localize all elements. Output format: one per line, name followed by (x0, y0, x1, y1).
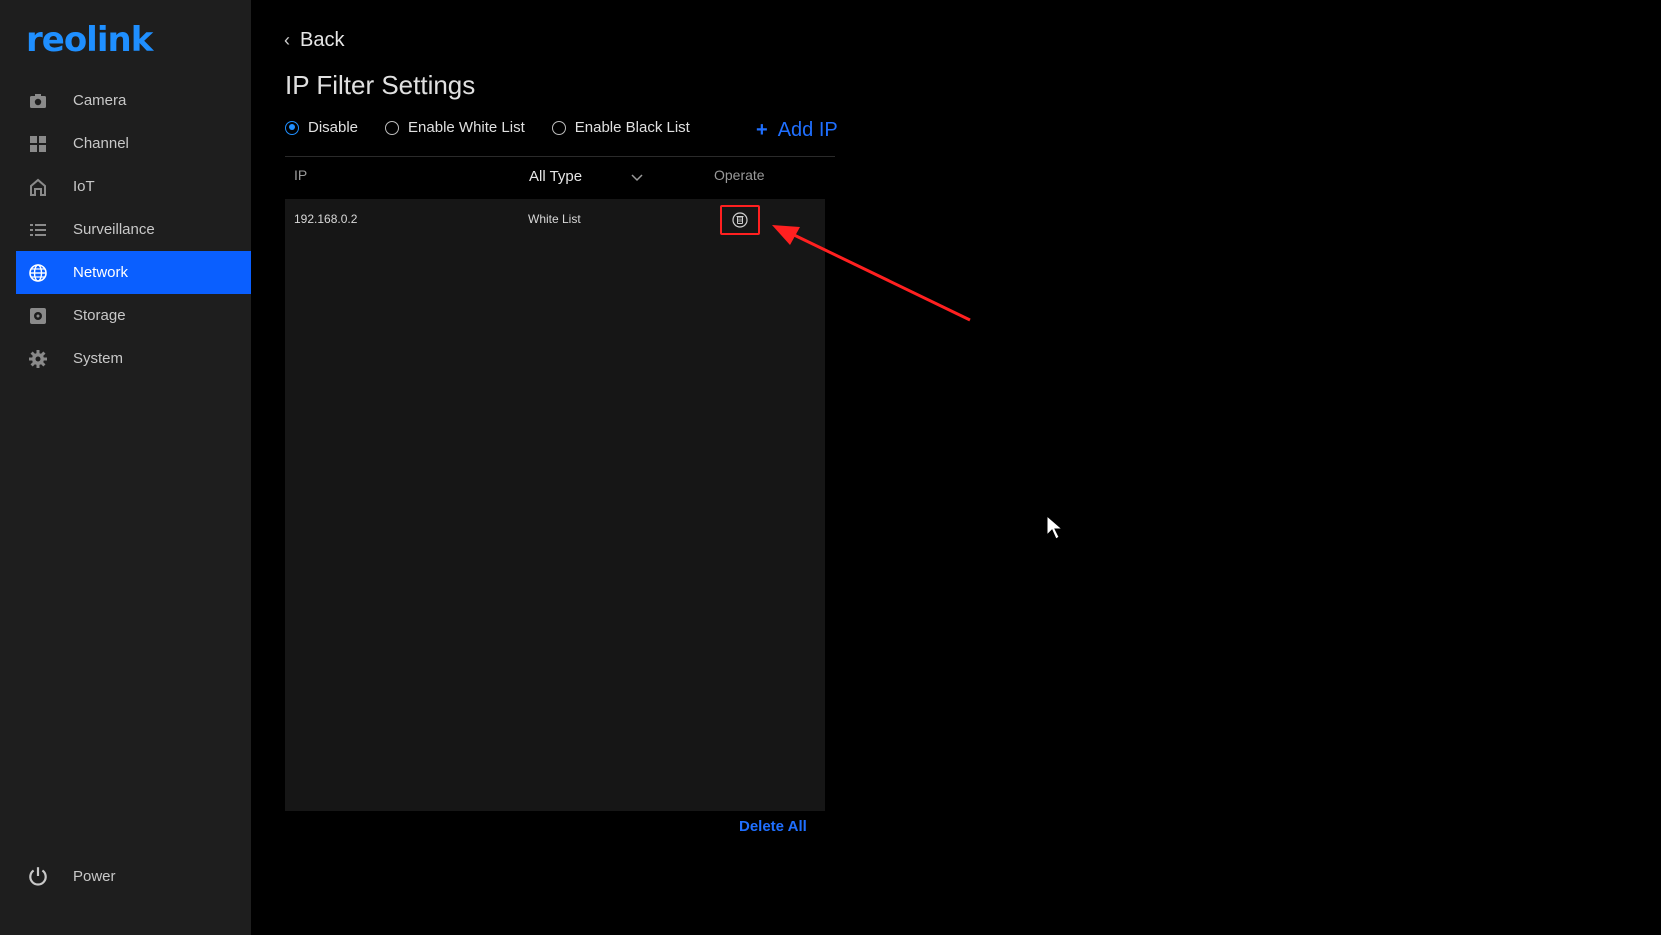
power-label: Power (73, 867, 116, 885)
sidebar-item-channel[interactable]: Channel (16, 122, 251, 165)
type-filter-value: All Type (529, 168, 583, 185)
radio-enable-white-list[interactable]: Enable White List (385, 119, 525, 136)
sidebar-nav: Camera Channel IoT Surveillance Network … (16, 79, 251, 380)
table-row: 192.168.0.2 White List (285, 199, 825, 239)
column-header-operate: Operate (714, 167, 765, 183)
radio-enable-black-list[interactable]: Enable Black List (551, 119, 690, 136)
radio-circle (285, 120, 299, 135)
add-ip-button[interactable]: + Add IP (756, 119, 838, 142)
radio-label: Enable Black List (574, 119, 690, 136)
annotation-arrow (772, 225, 971, 322)
trash-icon (732, 212, 748, 228)
delete-all-button[interactable]: Delete All (739, 818, 807, 835)
sidebar-item-surveillance[interactable]: Surveillance (16, 208, 251, 251)
sidebar-item-label: Camera (73, 92, 127, 109)
type-filter-dropdown[interactable]: All Type (529, 168, 644, 185)
chevron-down-icon (631, 173, 643, 181)
cell-ip: 192.168.0.2 (294, 212, 358, 226)
power-icon (27, 865, 49, 887)
sidebar-item-system[interactable]: System (16, 337, 251, 380)
header-divider (285, 156, 835, 157)
grid-icon (27, 133, 49, 155)
add-ip-label: Add IP (777, 119, 838, 141)
radio-circle (551, 120, 566, 135)
storage-icon (27, 305, 49, 327)
sidebar-item-label: Network (73, 264, 129, 281)
delete-row-button[interactable] (720, 205, 760, 235)
page-title: IP Filter Settings (285, 70, 476, 100)
filter-mode-group: Disable Enable White List Enable Black L… (285, 119, 717, 136)
sidebar-item-label: System (73, 350, 124, 367)
sidebar-item-label: Surveillance (73, 221, 155, 238)
sidebar-item-label: Storage (73, 307, 126, 324)
radio-label: Enable White List (408, 119, 525, 136)
chevron-left-icon: ‹ (284, 30, 290, 50)
sidebar-item-label: Channel (73, 135, 129, 152)
sidebar-item-storage[interactable]: Storage (16, 294, 251, 337)
radio-disable[interactable]: Disable (285, 119, 358, 136)
plus-icon: + (756, 119, 768, 141)
camera-icon (27, 90, 49, 112)
column-header-ip: IP (294, 167, 308, 183)
globe-icon (27, 262, 49, 284)
back-label: Back (300, 29, 345, 51)
app-root: reolink Camera Channel IoT Surveillance … (0, 0, 1661, 935)
list-icon (27, 219, 49, 241)
sidebar: reolink Camera Channel IoT Surveillance … (0, 0, 251, 935)
reolink-logo: reolink (26, 20, 153, 60)
radio-label: Disable (308, 119, 359, 136)
table-header: IP All Type Operate (285, 160, 835, 196)
home-icon (27, 176, 49, 198)
cell-type: White List (528, 212, 581, 226)
power-button[interactable]: Power (16, 856, 262, 896)
sidebar-item-label: IoT (73, 178, 95, 195)
mouse-cursor-icon (1046, 515, 1064, 540)
sidebar-item-iot[interactable]: IoT (16, 165, 251, 208)
gear-icon (27, 348, 49, 370)
sidebar-item-camera[interactable]: Camera (16, 79, 251, 122)
sidebar-item-network[interactable]: Network (16, 251, 251, 294)
radio-circle (385, 120, 400, 135)
ip-table-body: 192.168.0.2 White List (285, 199, 825, 811)
back-button[interactable]: ‹ Back (284, 29, 344, 52)
